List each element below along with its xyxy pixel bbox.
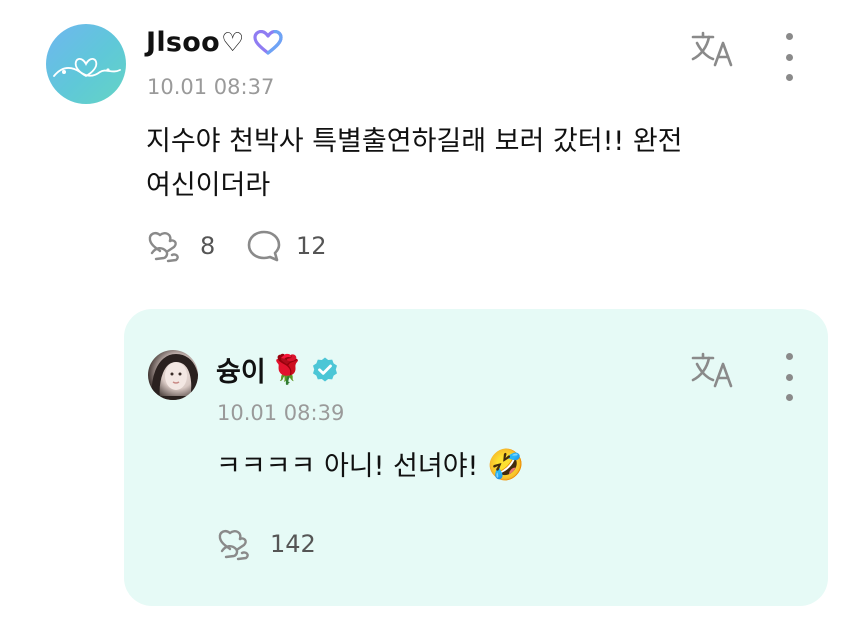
translate-icon xyxy=(691,31,733,67)
author-name-heart: ♡ xyxy=(220,27,245,58)
rofl-emoji: 🤣 xyxy=(486,448,525,483)
reply-like-button[interactable]: 142 xyxy=(216,527,316,561)
more-dot xyxy=(785,373,793,381)
reply-translate-button[interactable] xyxy=(688,348,736,392)
artist-heart-badge-icon xyxy=(252,29,283,56)
reply-avatar[interactable] xyxy=(148,350,198,400)
heart-doodle-avatar xyxy=(53,58,121,78)
rose-emoji: 🌹 xyxy=(269,353,305,386)
more-vertical-icon xyxy=(785,33,793,40)
hug-like-icon xyxy=(146,229,186,263)
post: Jlsoo ♡ 10.01 08:37 지수야 천박사 특별출연하길래 보러 갔… xyxy=(0,0,850,300)
author-name[interactable]: Jlsoo ♡ xyxy=(146,27,283,58)
more-dot xyxy=(785,394,793,401)
translate-icon xyxy=(691,352,733,388)
like-count: 8 xyxy=(200,232,216,260)
hug-like-icon xyxy=(216,527,256,561)
reply-body: ㅋㅋㅋㅋ 아니! 선녀야! 🤣 xyxy=(216,446,524,487)
post-timestamp: 10.01 08:37 xyxy=(147,75,275,99)
verified-check-icon xyxy=(311,356,339,384)
post-body: 지수야 천박사 특별출연하길래 보러 갔터!! 완전 여신이더라 xyxy=(146,120,806,208)
more-dot xyxy=(785,74,793,81)
reply-author-name[interactable]: 슝이 🌹 xyxy=(216,350,339,389)
comment-count: 12 xyxy=(296,232,327,260)
reply-body-text: ㅋㅋㅋㅋ 아니! 선녀야! xyxy=(216,451,487,482)
reply-avatar-photo xyxy=(151,353,198,400)
more-dot xyxy=(785,53,793,61)
more-options-button[interactable] xyxy=(778,33,800,81)
like-button[interactable]: 8 xyxy=(146,229,215,263)
reply-like-count: 142 xyxy=(270,530,316,558)
more-vertical-icon xyxy=(785,353,793,360)
translate-button[interactable] xyxy=(688,27,736,71)
comment-bubble-icon xyxy=(246,229,282,263)
comment-button[interactable]: 12 xyxy=(246,229,327,263)
reply-more-options-button[interactable] xyxy=(778,353,800,401)
post-body-line: 여신이더라 xyxy=(146,170,271,201)
reply-timestamp: 10.01 08:39 xyxy=(217,401,345,425)
reply-author-name-text: 슝이 xyxy=(216,357,266,388)
author-name-text: Jlsoo xyxy=(146,27,220,58)
post-body-line: 지수야 천박사 특별출연하길래 보러 갔터!! 완전 xyxy=(146,126,683,157)
avatar[interactable] xyxy=(46,24,126,104)
